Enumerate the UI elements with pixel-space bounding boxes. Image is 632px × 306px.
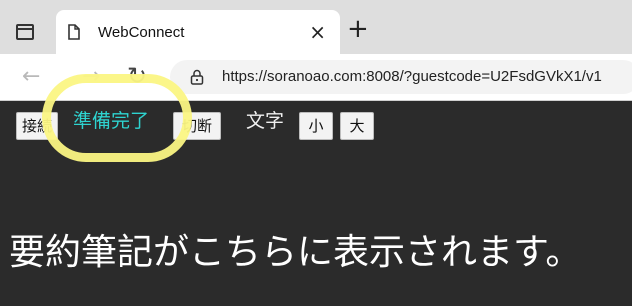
address-bar[interactable]: https://soranoao.com:8008/?guestcode=U2F… (170, 60, 632, 94)
url-text: https://soranoao.com:8008/?guestcode=U2F… (222, 68, 602, 85)
new-tab-button[interactable]: + (347, 16, 369, 42)
tab-close-icon[interactable]: × (309, 20, 326, 44)
browser-tab[interactable]: WebConnect × (56, 10, 340, 54)
page-icon (68, 24, 80, 40)
font-size-label: 文字 (246, 110, 285, 132)
font-large-button[interactable]: 大 (340, 112, 374, 140)
highlight-circle (42, 74, 192, 162)
back-icon[interactable]: ← (22, 64, 40, 89)
lock-icon[interactable] (190, 69, 204, 85)
caption-display: 要約筆記がこちらに表示されます。 (9, 232, 582, 273)
window-menu-icon[interactable] (16, 24, 34, 40)
tab-title: WebConnect (98, 24, 185, 41)
browser-tab-strip: WebConnect × + (0, 0, 632, 54)
font-small-button[interactable]: 小 (299, 112, 333, 140)
